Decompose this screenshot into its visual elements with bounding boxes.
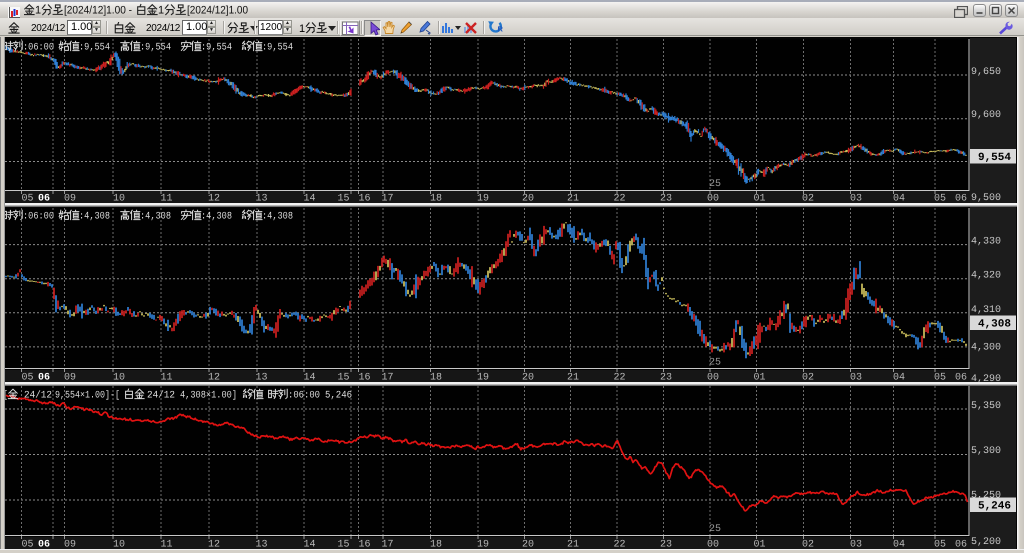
svg-text:03: 03 [850, 194, 862, 205]
svg-text::06:00: :06:00 [23, 212, 54, 223]
svg-text:20: 20 [522, 373, 534, 384]
svg-text:16: 16 [358, 194, 370, 205]
svg-text:02: 02 [802, 373, 814, 384]
svg-text:05: 05 [934, 373, 946, 384]
svg-text:25: 25 [709, 179, 721, 190]
svg-text:20: 20 [522, 194, 534, 205]
svg-text:15: 15 [337, 194, 349, 205]
svg-text:11: 11 [160, 373, 172, 384]
svg-text:24/12: 24/12 [24, 390, 52, 402]
svg-text:10: 10 [113, 373, 125, 384]
svg-text:03: 03 [850, 373, 862, 384]
svg-text:09: 09 [64, 373, 76, 384]
svg-text:04: 04 [893, 194, 905, 205]
svg-text:9,600: 9,600 [971, 110, 1001, 121]
svg-text:4,308×1.00]: 4,308×1.00] [180, 390, 237, 402]
svg-text:4,310: 4,310 [971, 305, 1001, 316]
svg-text:06: 06 [955, 194, 967, 205]
svg-text:4,330: 4,330 [971, 237, 1001, 248]
svg-text:5,300: 5,300 [971, 446, 1001, 457]
svg-text:12: 12 [208, 373, 220, 384]
svg-text::9,554: :9,554 [140, 43, 171, 54]
svg-text:19: 19 [477, 194, 489, 205]
svg-text:14: 14 [303, 194, 315, 205]
svg-text:5,350: 5,350 [971, 401, 1001, 412]
svg-text:15: 15 [337, 373, 349, 384]
svg-text:23: 23 [660, 194, 672, 205]
svg-text:05: 05 [21, 373, 33, 384]
svg-text:9,650: 9,650 [971, 67, 1001, 78]
svg-text:22: 22 [613, 373, 625, 384]
svg-text:01: 01 [753, 373, 765, 384]
svg-text:9,554×1.00]-[: 9,554×1.00]-[ [55, 390, 120, 402]
svg-text:06: 06 [955, 373, 967, 384]
svg-text::4,308: :4,308 [262, 212, 293, 223]
svg-text:00: 00 [707, 194, 719, 205]
svg-text:13: 13 [255, 373, 267, 384]
svg-text:24/12: 24/12 [147, 390, 175, 402]
svg-text::4,308: :4,308 [140, 212, 171, 223]
svg-text::9,554: :9,554 [262, 43, 293, 54]
svg-text:06: 06 [38, 194, 50, 205]
svg-text:17: 17 [381, 373, 393, 384]
svg-text:21: 21 [567, 194, 579, 205]
svg-text:14: 14 [303, 373, 315, 384]
svg-text:06: 06 [38, 373, 50, 384]
svg-text:25: 25 [709, 524, 721, 535]
svg-text:02: 02 [802, 194, 814, 205]
svg-text:19: 19 [477, 373, 489, 384]
svg-text:25: 25 [709, 358, 721, 369]
svg-text:18: 18 [430, 373, 442, 384]
svg-text:16: 16 [358, 373, 370, 384]
svg-text:05: 05 [21, 194, 33, 205]
svg-text:17: 17 [381, 194, 393, 205]
svg-text::06:00: :06:00 [23, 43, 54, 54]
svg-text:21: 21 [567, 373, 579, 384]
svg-text:04: 04 [893, 373, 905, 384]
svg-text:5,246: 5,246 [325, 391, 352, 402]
svg-text:4,308: 4,308 [978, 319, 1011, 331]
svg-text:4,320: 4,320 [971, 271, 1001, 282]
svg-text::4,308: :4,308 [79, 212, 110, 223]
svg-text:11: 11 [160, 194, 172, 205]
svg-text:01: 01 [753, 194, 765, 205]
svg-text:10: 10 [113, 194, 125, 205]
svg-text:9,500: 9,500 [971, 193, 1001, 204]
svg-text:22: 22 [613, 194, 625, 205]
svg-text:23: 23 [660, 373, 672, 384]
svg-text:9,554: 9,554 [978, 152, 1011, 164]
svg-text:05: 05 [934, 194, 946, 205]
svg-text:4,300: 4,300 [971, 343, 1001, 354]
svg-text::4,308: :4,308 [201, 212, 232, 223]
svg-text:12: 12 [208, 194, 220, 205]
svg-text:09: 09 [64, 194, 76, 205]
svg-text::9,554: :9,554 [201, 43, 232, 54]
svg-text::06:00: :06:00 [288, 391, 320, 402]
svg-text::9,554: :9,554 [79, 43, 110, 54]
svg-text:13: 13 [255, 194, 267, 205]
svg-text:18: 18 [430, 194, 442, 205]
svg-text:5,246: 5,246 [978, 501, 1011, 513]
svg-text:00: 00 [707, 373, 719, 384]
svg-text:5,200: 5,200 [971, 537, 1001, 548]
